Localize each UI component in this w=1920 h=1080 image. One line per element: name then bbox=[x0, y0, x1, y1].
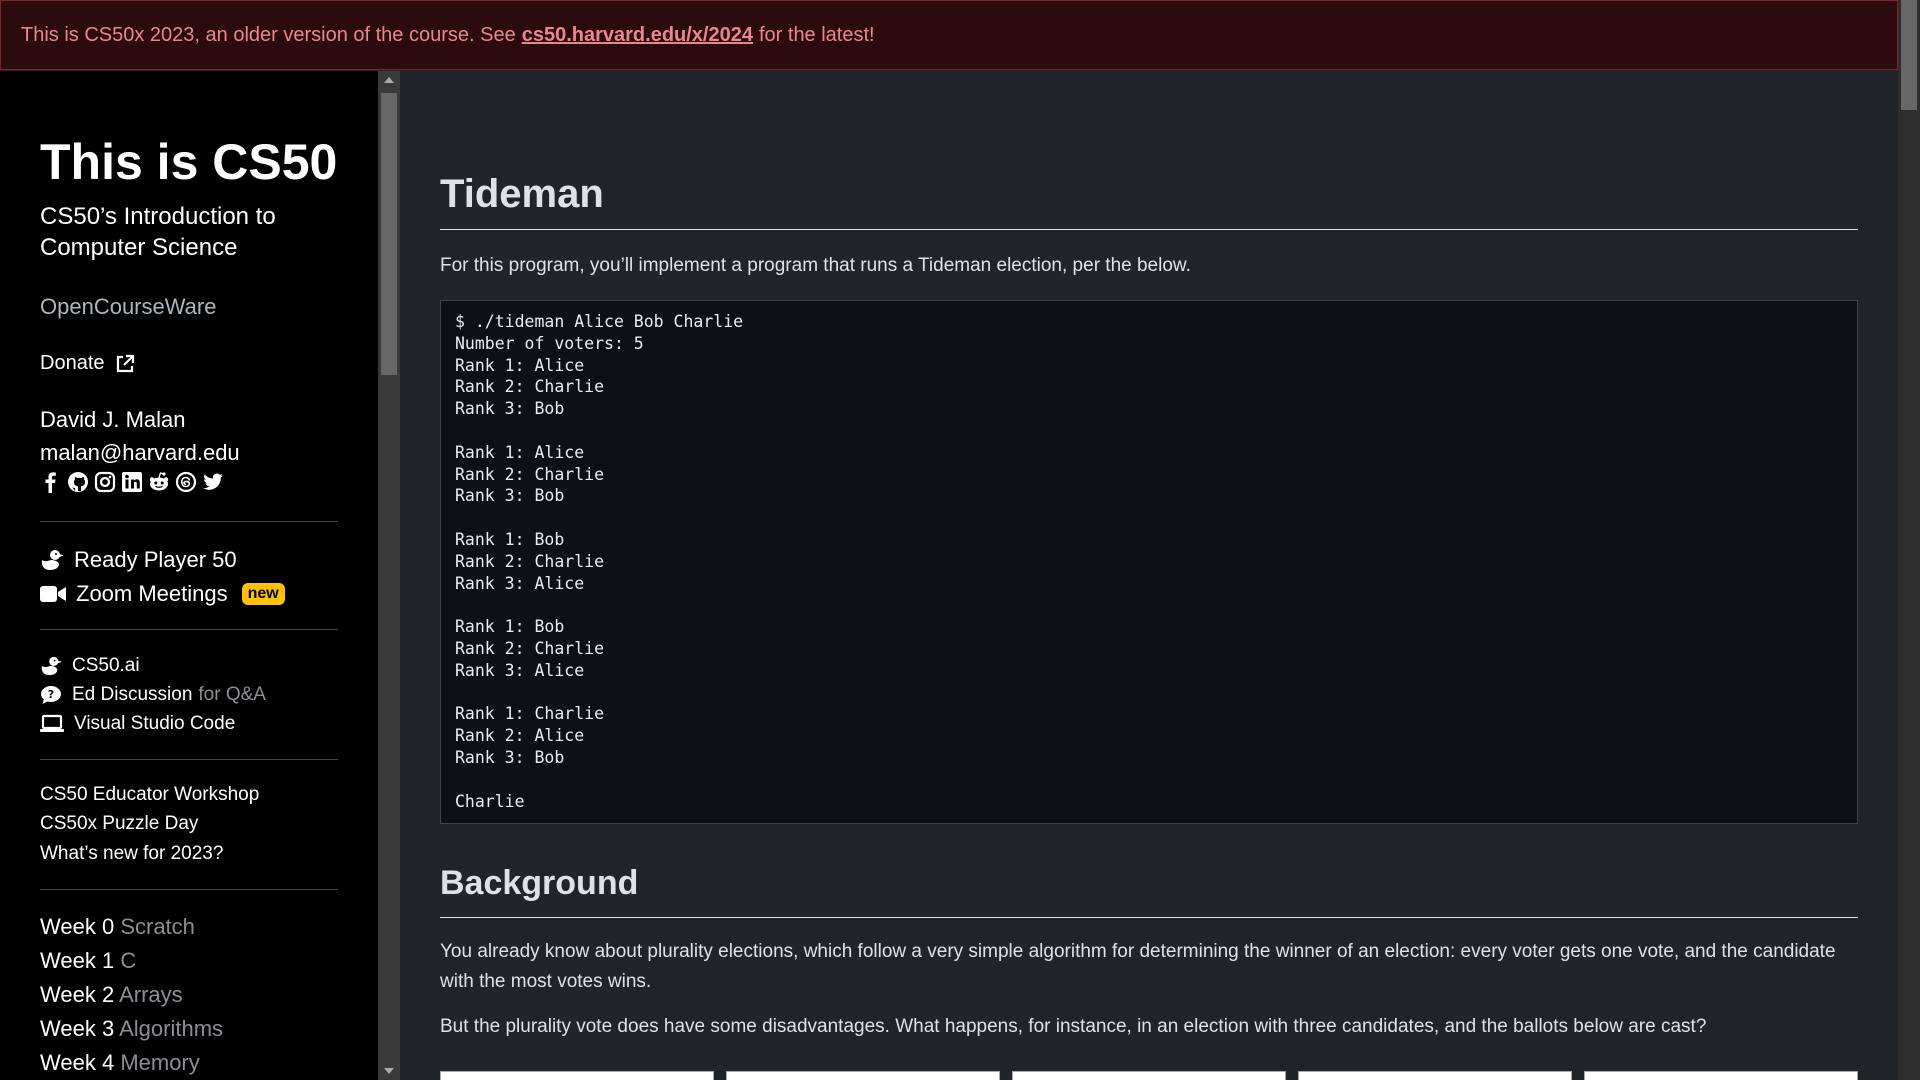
facebook-icon[interactable] bbox=[40, 471, 62, 493]
author-email[interactable]: malan@harvard.edu bbox=[40, 436, 240, 469]
sidebar-item-ready-player-50[interactable]: Ready Player 50 bbox=[40, 547, 237, 573]
external-link-icon bbox=[115, 354, 135, 374]
sidebar-item-label: CS50 Educator Workshop bbox=[40, 784, 260, 805]
sidebar-item-week-4[interactable]: Week 4 Memory bbox=[40, 1050, 200, 1076]
svg-text:?: ? bbox=[48, 688, 54, 701]
new-badge: new bbox=[241, 583, 285, 605]
donate-label: Donate bbox=[40, 352, 105, 374]
twitter-icon[interactable] bbox=[202, 471, 224, 493]
heading-rule bbox=[440, 229, 1858, 230]
threads-icon[interactable] bbox=[175, 471, 197, 493]
sidebar-item-suffix: for Q&A bbox=[198, 684, 266, 705]
sidebar: This is CS50 CS50’s Introduction to Comp… bbox=[0, 71, 378, 1080]
sidebar-item-cs50-ai[interactable]: CS50.ai bbox=[40, 655, 140, 677]
duck-icon bbox=[40, 549, 64, 571]
github-icon[interactable] bbox=[67, 471, 89, 493]
ballot-box bbox=[440, 1071, 714, 1080]
sidebar-item-label: Ed Discussion bbox=[72, 684, 193, 705]
version-banner: This is CS50x 2023, an older version of … bbox=[0, 0, 1898, 70]
sidebar-item-whats-new[interactable]: What’s new for 2023? bbox=[40, 843, 223, 865]
sidebar-divider bbox=[40, 629, 338, 630]
sidebar-item-week-1[interactable]: Week 1 C bbox=[40, 948, 136, 974]
ballot-box bbox=[1012, 1071, 1286, 1080]
sidebar-item-label: Visual Studio Code bbox=[74, 713, 236, 734]
sidebar-divider bbox=[40, 759, 338, 760]
main-content: Tideman For this program, you’ll impleme… bbox=[400, 71, 1898, 1080]
social-links bbox=[40, 471, 224, 493]
sidebar-item-zoom-meetings[interactable]: Zoom Meetings new bbox=[40, 581, 285, 607]
banner-text-before: This is CS50x 2023, an older version of … bbox=[21, 23, 516, 46]
author-info: David J. Malan malan@harvard.edu bbox=[40, 403, 240, 469]
week-topic: Scratch bbox=[120, 914, 195, 939]
sidebar-item-label: What’s new for 2023? bbox=[40, 843, 224, 864]
heading-rule bbox=[440, 917, 1858, 918]
week-topic: C bbox=[120, 948, 137, 973]
sidebar-item-week-3[interactable]: Week 3 Algorithms bbox=[40, 1016, 223, 1042]
opencourseware-label[interactable]: OpenCourseWare bbox=[40, 294, 216, 320]
page-scrollbar-thumb[interactable] bbox=[1901, 0, 1917, 110]
page-scrollbar[interactable] bbox=[1898, 0, 1920, 1080]
sidebar-item-label: CS50x Puzzle Day bbox=[40, 813, 199, 834]
sidebar-item-puzzle-day[interactable]: CS50x Puzzle Day bbox=[40, 813, 198, 835]
ballot-box bbox=[726, 1071, 1000, 1080]
sidebar-scrollbar[interactable] bbox=[378, 71, 400, 1080]
intro-paragraph: For this program, you’ll implement a pro… bbox=[440, 255, 1191, 276]
week-topic: Memory bbox=[120, 1050, 200, 1075]
scroll-down-arrow-icon[interactable] bbox=[384, 1068, 394, 1074]
week-label: Week 0 bbox=[40, 914, 115, 939]
week-label: Week 1 bbox=[40, 948, 115, 973]
week-label: Week 3 bbox=[40, 1016, 115, 1041]
donate-link[interactable]: Donate bbox=[40, 352, 135, 375]
author-name[interactable]: David J. Malan bbox=[40, 403, 240, 436]
laptop-icon bbox=[40, 714, 64, 734]
sidebar-item-label: Zoom Meetings bbox=[76, 581, 228, 606]
video-camera-icon bbox=[40, 584, 66, 604]
latest-version-link[interactable]: cs50.harvard.edu/x/2024 bbox=[522, 24, 753, 47]
site-subtitle: CS50’s Introduction to Computer Science bbox=[40, 203, 276, 261]
chat-bubble-icon: ? bbox=[40, 685, 62, 705]
week-topic: Arrays bbox=[119, 982, 183, 1007]
instagram-icon[interactable] bbox=[94, 471, 116, 493]
week-label: Week 2 bbox=[40, 982, 115, 1007]
sidebar-item-visual-studio-code[interactable]: Visual Studio Code bbox=[40, 713, 235, 735]
banner-text-after: for the latest! bbox=[758, 23, 875, 46]
reddit-icon[interactable] bbox=[148, 471, 170, 493]
week-label: Week 4 bbox=[40, 1050, 115, 1075]
sidebar-item-educator-workshop[interactable]: CS50 Educator Workshop bbox=[40, 784, 259, 806]
background-heading: Background bbox=[440, 864, 639, 902]
sidebar-item-label: CS50.ai bbox=[72, 655, 140, 676]
sidebar-divider bbox=[40, 889, 338, 890]
sidebar-item-ed-discussion[interactable]: ? Ed Discussion for Q&A bbox=[40, 684, 266, 706]
sidebar-item-week-2[interactable]: Week 2 Arrays bbox=[40, 982, 183, 1008]
week-topic: Algorithms bbox=[119, 1016, 224, 1041]
sidebar-scrollbar-thumb[interactable] bbox=[381, 93, 397, 375]
code-block: $ ./tideman Alice Bob Charlie Number of … bbox=[440, 300, 1858, 824]
background-paragraph-1: You already know about plurality electio… bbox=[440, 941, 1836, 992]
ballot-box bbox=[1584, 1071, 1858, 1080]
background-paragraph-2: But the plurality vote does have some di… bbox=[440, 1016, 1707, 1037]
ballot-box bbox=[1298, 1071, 1572, 1080]
sidebar-divider bbox=[40, 521, 338, 522]
sidebar-item-week-0[interactable]: Week 0 Scratch bbox=[40, 914, 195, 940]
linkedin-icon[interactable] bbox=[121, 471, 143, 493]
sidebar-item-label: Ready Player 50 bbox=[74, 547, 237, 572]
page-title: Tideman bbox=[440, 172, 604, 216]
scroll-up-arrow-icon[interactable] bbox=[384, 77, 394, 83]
duck-icon bbox=[40, 656, 62, 676]
site-title[interactable]: This is CS50 bbox=[40, 133, 337, 191]
